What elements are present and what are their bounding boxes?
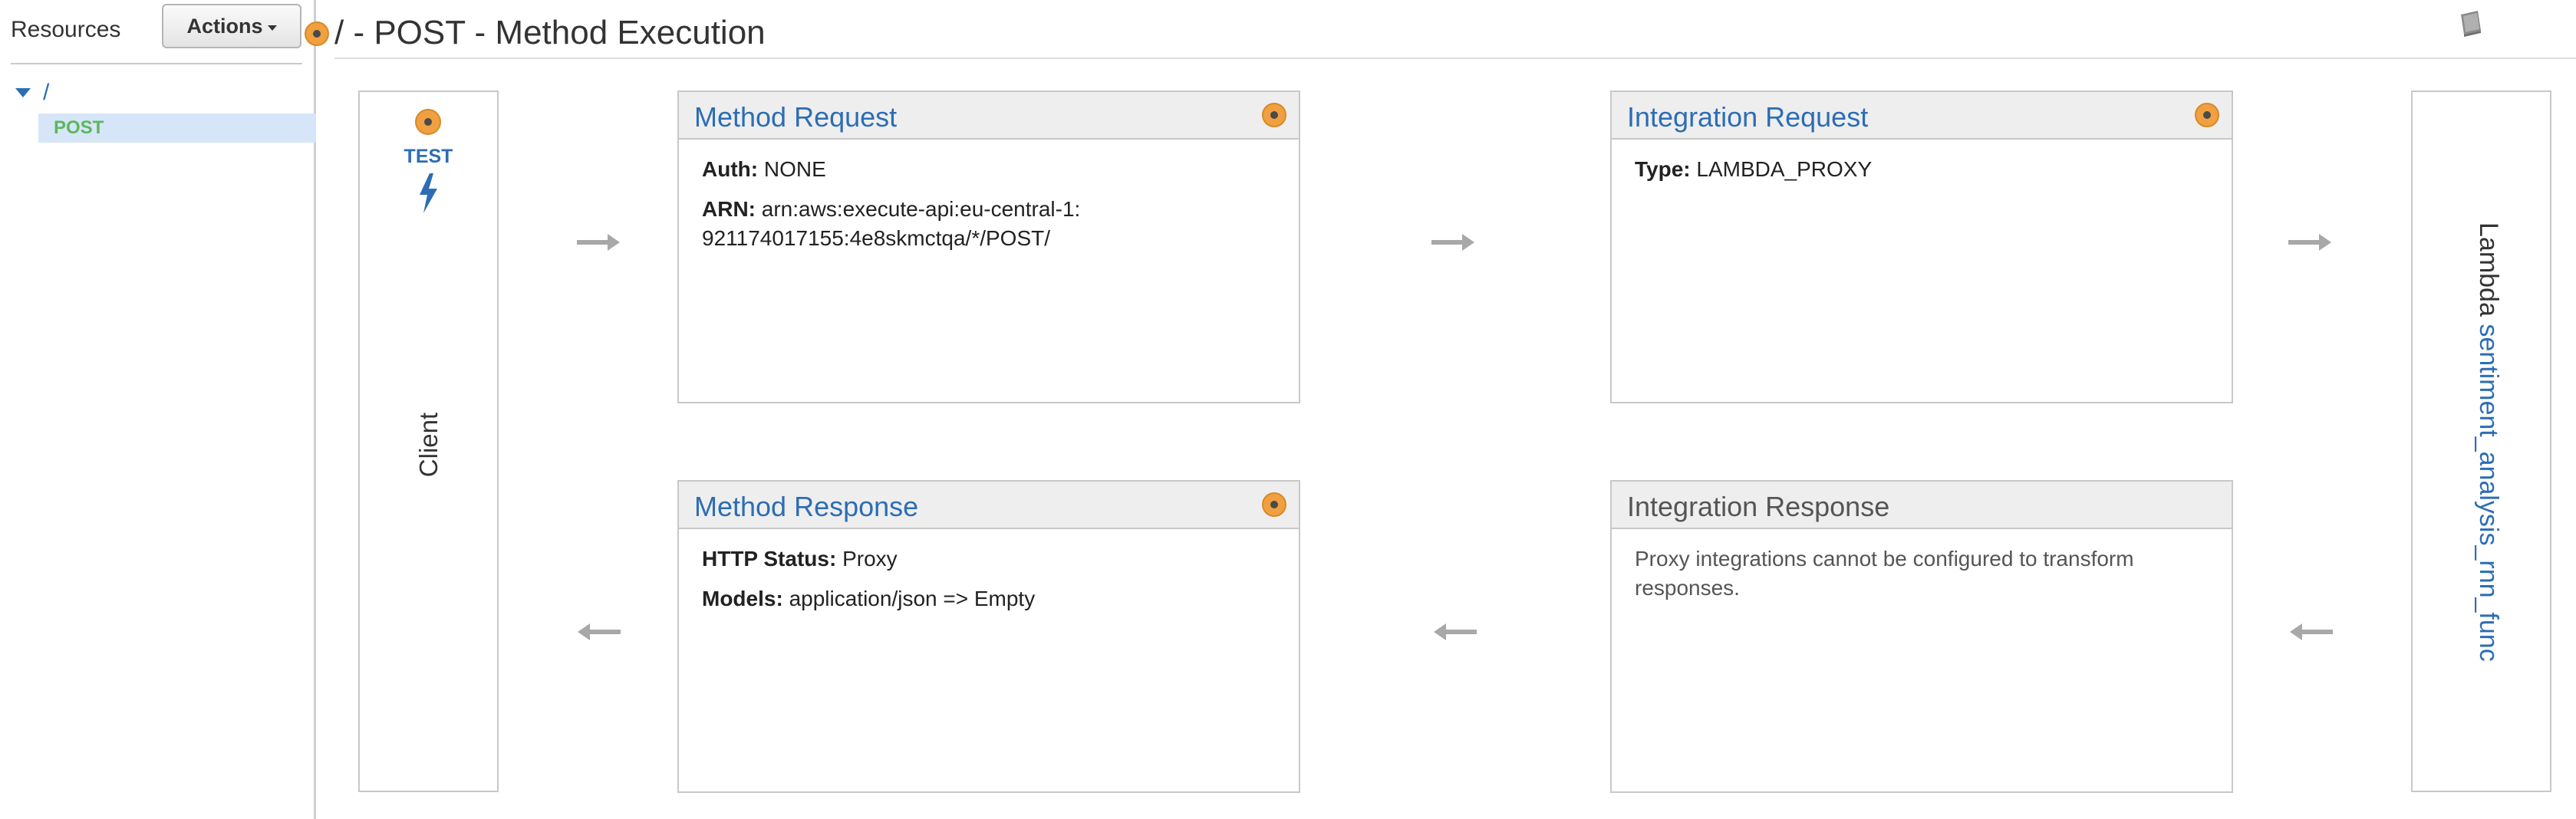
method-request-body: Auth: NONE ARN: arn:aws:execute-api:eu-c…: [679, 140, 1299, 279]
integration-request-header: Integration Request: [1612, 92, 2232, 140]
tree-item-post-label: POST: [54, 117, 104, 138]
integration-request-link[interactable]: Integration Request: [1627, 101, 1868, 133]
arn-row: ARN: arn:aws:execute-api:eu-central-1:92…: [702, 195, 1085, 253]
type-value: LAMBDA_PROXY: [1696, 157, 1873, 181]
method-response-header: Method Response: [679, 482, 1299, 529]
actions-button-label: Actions: [186, 14, 263, 38]
method-response-panel: Method Response HTTP Status: Proxy Model…: [677, 480, 1300, 793]
arn-label: ARN:: [702, 197, 756, 221]
integration-response-header: Integration Response: [1612, 482, 2232, 529]
integration-response-body: Proxy integrations cannot be configured …: [1612, 529, 2232, 629]
settings-badge-icon[interactable]: [305, 21, 329, 46]
lambda-box: Lambda sentiment_analysis_rnn_func: [2411, 90, 2551, 792]
client-box: TEST Client: [358, 90, 499, 792]
auth-row: Auth: NONE: [702, 155, 1276, 184]
models-value: application/json => Empty: [789, 587, 1036, 610]
http-status-label: HTTP Status:: [702, 547, 837, 571]
integration-request-settings-icon[interactable]: [2195, 103, 2219, 127]
method-response-body: HTTP Status: Proxy Models: application/j…: [679, 529, 1299, 640]
auth-value: NONE: [763, 157, 826, 181]
http-status-row: HTTP Status: Proxy: [702, 544, 1276, 574]
type-row: Type: LAMBDA_PROXY: [1635, 155, 2209, 184]
lightning-bolt-icon[interactable]: [417, 173, 440, 213]
tree-item-post[interactable]: POST: [38, 113, 316, 143]
client-label: Client: [413, 412, 443, 478]
arrow-right-icon: [2288, 234, 2331, 251]
method-response-settings-icon[interactable]: [1262, 492, 1286, 517]
arn-value: arn:aws:execute-api:eu-central-1:9211740…: [702, 197, 1081, 250]
method-request-settings-icon[interactable]: [1262, 103, 1286, 127]
method-request-link[interactable]: Method Request: [694, 101, 897, 133]
test-settings-icon[interactable]: [415, 109, 441, 135]
header-divider: [334, 58, 2576, 59]
http-status-value: Proxy: [842, 547, 898, 571]
tree-item-root[interactable]: /: [43, 80, 49, 106]
caret-down-icon: [267, 25, 277, 31]
method-response-link[interactable]: Method Response: [694, 491, 918, 523]
method-request-panel: Method Request Auth: NONE ARN: arn:aws:e…: [677, 90, 1300, 403]
integration-response-panel: Integration Response Proxy integrations …: [1610, 480, 2233, 793]
arrow-left-icon: [578, 623, 621, 640]
method-request-header: Method Request: [679, 92, 1299, 140]
integration-response-message: Proxy integrations cannot be configured …: [1635, 547, 2134, 600]
arrow-right-icon: [1431, 234, 1474, 251]
lambda-word: Lambda: [2474, 222, 2503, 317]
lambda-function-link[interactable]: sentiment_analysis_rnn_func: [2474, 324, 2503, 661]
type-label: Type:: [1635, 157, 1691, 181]
tree-expand-icon[interactable]: [15, 88, 31, 97]
integration-request-body: Type: LAMBDA_PROXY: [1612, 140, 2232, 210]
test-link[interactable]: TEST: [360, 146, 497, 168]
integration-response-title: Integration Response: [1627, 491, 1890, 522]
arrow-left-icon: [2290, 623, 2333, 640]
page-title: / - POST - Method Execution: [334, 14, 766, 51]
sidebar-divider: [11, 63, 302, 64]
models-label: Models:: [702, 587, 783, 610]
auth-label: Auth:: [702, 157, 759, 181]
lambda-label: Lambda sentiment_analysis_rnn_func: [2473, 222, 2503, 662]
arrow-left-icon: [1434, 623, 1477, 640]
arrow-right-icon: [577, 234, 620, 251]
models-row: Models: application/json => Empty: [702, 584, 1276, 613]
resources-sidebar: Resources Actions / POST: [0, 0, 316, 819]
integration-request-panel: Integration Request Type: LAMBDA_PROXY: [1610, 90, 2233, 403]
documentation-icon[interactable]: [2455, 8, 2485, 38]
actions-button[interactable]: Actions: [162, 4, 301, 48]
resources-label: Resources: [11, 17, 121, 42]
